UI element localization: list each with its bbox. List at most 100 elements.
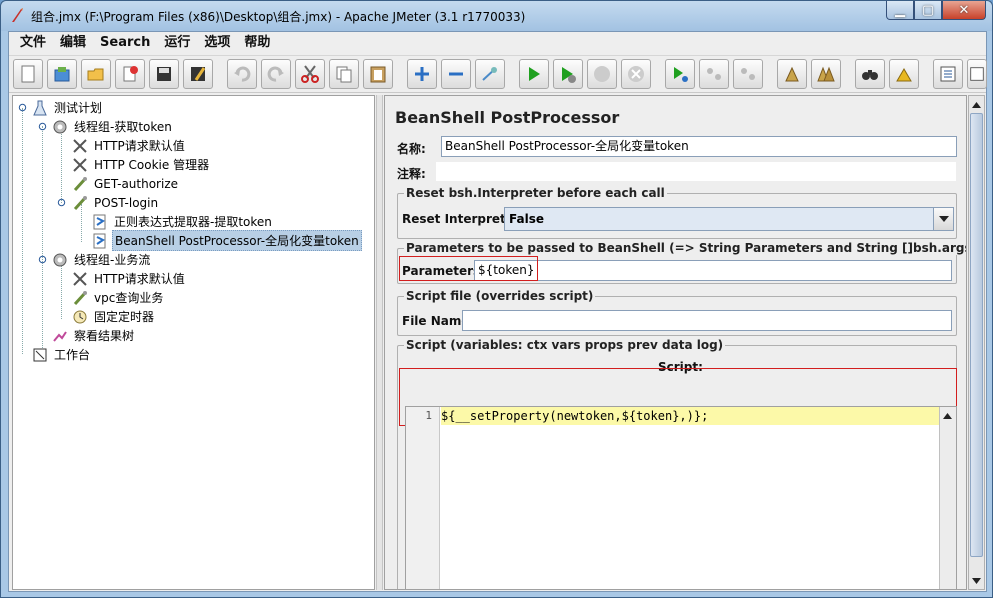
code-line[interactable]: ${__setProperty(newtoken,${token},)}; <box>441 407 941 425</box>
toggle-button[interactable] <box>475 59 505 89</box>
script-editor[interactable]: 1 ${__setProperty(newtoken,${token},)}; <box>405 406 957 589</box>
tree-node-sampler[interactable]: POST-login <box>71 193 160 212</box>
split-pane-divider[interactable] <box>376 95 383 590</box>
collapse-all-button[interactable] <box>441 59 471 89</box>
reset-search-button[interactable] <box>889 59 919 89</box>
search-button[interactable] <box>855 59 885 89</box>
save-as-button[interactable] <box>183 59 213 89</box>
tree-node-thread-group[interactable]: 线程组-业务流 <box>51 250 152 269</box>
minus-icon <box>449 72 463 76</box>
postprocessor-icon <box>91 232 109 250</box>
menu-search[interactable]: Search <box>93 32 157 54</box>
paste-button[interactable] <box>363 59 393 89</box>
stop-button[interactable] <box>587 59 617 89</box>
parameters-input[interactable]: ${token} <box>474 260 952 281</box>
sampler-icon <box>71 175 89 193</box>
scroll-down-button[interactable] <box>969 573 984 588</box>
remote-start-icon <box>674 67 688 82</box>
tree-node-sampler[interactable]: GET-authorize <box>71 174 180 193</box>
menu-bar: 文件 编辑 Search 运行 选项 帮助 <box>9 32 986 54</box>
parameters-highlight <box>399 256 538 281</box>
redo-button[interactable] <box>261 59 291 89</box>
scroll-up-icon <box>972 101 981 108</box>
copy-button[interactable] <box>329 59 359 89</box>
function-helper-button[interactable] <box>933 59 963 89</box>
scroll-up-icon[interactable] <box>940 409 955 423</box>
start-no-pauses-button[interactable] <box>553 59 583 89</box>
close-file-button[interactable] <box>115 59 145 89</box>
name-label: 名称: <box>397 142 426 156</box>
save-button[interactable] <box>149 59 179 89</box>
editor-scrollbar[interactable] <box>939 407 956 589</box>
params-group-title: Parameters to be passed to BeanShell (=>… <box>404 241 966 255</box>
menu-file[interactable]: 文件 <box>13 32 53 54</box>
tree-node-config[interactable]: HTTP Cookie 管理器 <box>71 155 211 174</box>
tree-node-workbench[interactable]: 工作台 <box>31 345 92 364</box>
file-name-input[interactable] <box>462 310 952 331</box>
new-button[interactable] <box>13 59 43 89</box>
close-icon <box>123 66 138 82</box>
node-expanded-icon <box>57 198 66 207</box>
templates-button[interactable] <box>47 59 77 89</box>
minimize-button[interactable]: ▁ <box>886 1 914 20</box>
reset-interpreter-select[interactable]: False <box>504 207 954 231</box>
tree-node-sampler[interactable]: vpc查询业务 <box>71 288 165 307</box>
menu-help[interactable]: 帮助 <box>237 32 277 54</box>
comment-input[interactable] <box>435 161 957 182</box>
play-no-pause-icon <box>562 67 576 83</box>
stop-icon <box>594 66 610 82</box>
scroll-up-button[interactable] <box>969 97 984 112</box>
comment-label: 注释: <box>397 167 426 181</box>
collapse-handle[interactable] <box>57 198 66 207</box>
right-panel-scrollbar[interactable] <box>968 95 985 590</box>
tree-node-thread-group[interactable]: 线程组-获取token <box>51 117 174 136</box>
clear-all-button[interactable] <box>811 59 841 89</box>
start-button[interactable] <box>519 59 549 89</box>
tree-node-config[interactable]: HTTP请求默认值 <box>71 269 187 288</box>
cut-button[interactable] <box>295 59 325 89</box>
tree-line <box>61 261 62 319</box>
maximize-button[interactable]: ▢ <box>914 1 942 20</box>
save-icon <box>157 67 171 81</box>
shutdown-button[interactable] <box>621 59 651 89</box>
help-button[interactable] <box>967 59 987 89</box>
title-bar[interactable]: 组合.jmx (F:\Program Files (x86)\Desktop\组… <box>1 1 992 31</box>
remote-stop-button[interactable] <box>699 59 729 89</box>
chevron-down-icon <box>938 215 949 222</box>
application-window: 组合.jmx (F:\Program Files (x86)\Desktop\组… <box>0 0 993 598</box>
tree-node-test-plan[interactable]: 测试计划 <box>31 98 104 117</box>
name-input[interactable]: BeanShell PostProcessor-全局化变量token <box>441 136 957 157</box>
remote-shutdown-button[interactable] <box>733 59 763 89</box>
client-area: 文件 编辑 Search 运行 选项 帮助 测试计划 线程组-获取token H… <box>8 31 987 592</box>
tree-node-listener[interactable]: 察看结果树 <box>51 326 136 345</box>
menu-edit[interactable]: 编辑 <box>53 32 93 54</box>
tree-node-postprocessor-selected[interactable]: BeanShell PostProcessor-全局化变量token <box>91 230 362 251</box>
close-window-button[interactable]: ✕ <box>942 1 986 20</box>
config-icon <box>71 137 89 155</box>
save-as-icon <box>191 67 206 81</box>
tree-node-config[interactable]: HTTP请求默认值 <box>71 136 187 155</box>
test-plan-tree[interactable]: 测试计划 线程组-获取token HTTP请求默认值 HTTP Cookie 管… <box>12 95 375 590</box>
collapse-handle[interactable] <box>38 255 47 264</box>
collapse-handle[interactable] <box>18 103 27 112</box>
broom-all-icon <box>817 66 835 82</box>
tree-node-postprocessor[interactable]: 正则表达式提取器-提取token <box>91 212 274 231</box>
scroll-thumb[interactable] <box>970 113 983 557</box>
templates-icon <box>54 67 70 82</box>
tree-node-timer[interactable]: 固定定时器 <box>71 307 156 326</box>
open-icon <box>87 68 104 81</box>
open-button[interactable] <box>81 59 111 89</box>
expand-all-button[interactable] <box>407 59 437 89</box>
clear-button[interactable] <box>777 59 807 89</box>
file-group-title: Script file (overrides script) <box>404 289 596 303</box>
collapse-handle[interactable] <box>38 122 47 131</box>
undo-button[interactable] <box>227 59 257 89</box>
menu-options[interactable]: 选项 <box>197 32 237 54</box>
toggle-icon <box>482 67 497 81</box>
reset-interpreter-group: Reset bsh.Interpreter before each call R… <box>397 186 957 239</box>
line-gutter: 1 <box>406 407 440 589</box>
dropdown-button[interactable] <box>933 208 953 230</box>
menu-run[interactable]: 运行 <box>157 32 197 54</box>
remote-start-button[interactable] <box>665 59 695 89</box>
reset-interpreter-value: False <box>509 212 544 226</box>
